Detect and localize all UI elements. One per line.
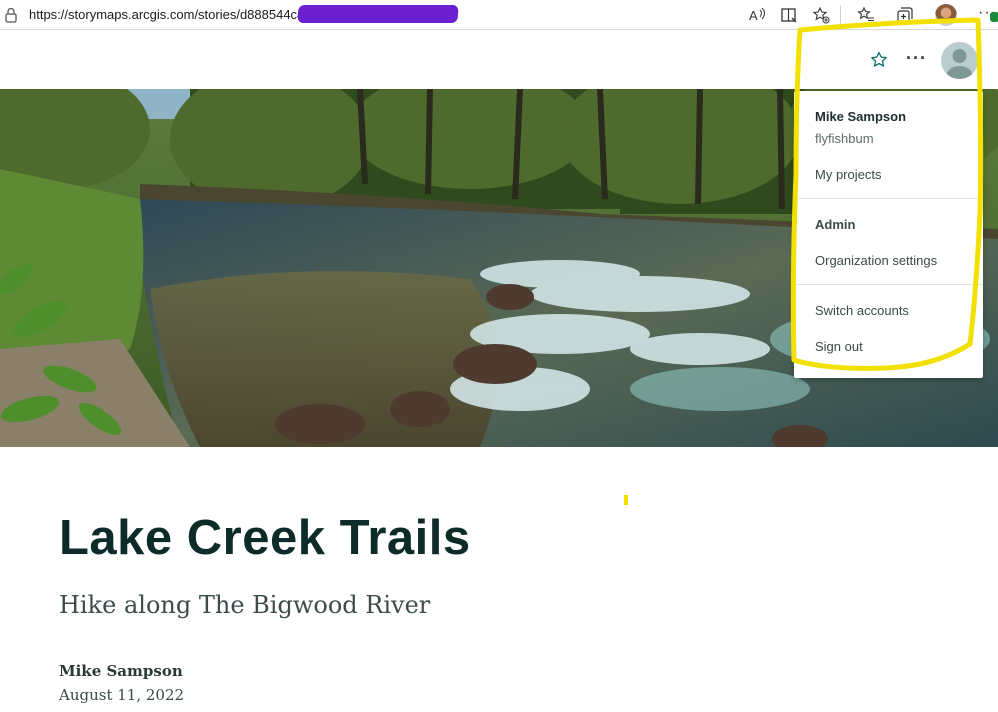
address-bar-url[interactable]: https://storymaps.arcgis.com/stories/d88… [29, 7, 304, 22]
add-favorite-icon[interactable] [812, 6, 830, 24]
account-menu: Mike Sampson flyfishbum My projects Admi… [794, 91, 983, 378]
profile-icon[interactable] [935, 4, 957, 26]
account-name: Mike Sampson [815, 109, 907, 124]
story-date: August 11, 2022 [59, 686, 185, 704]
story-author: Mike Sampson [59, 662, 183, 680]
lock-icon[interactable] [4, 7, 18, 23]
browser-toolbar: https://storymaps.arcgis.com/stories/d88… [0, 0, 998, 30]
story-title: Lake Creek Trails [59, 511, 471, 565]
more-options-icon[interactable]: ··· [906, 48, 927, 69]
account-username: flyfishbum [815, 131, 874, 146]
collections-icon[interactable] [896, 6, 914, 24]
svg-text:A: A [749, 8, 758, 23]
read-aloud-icon[interactable]: A [748, 6, 766, 24]
menu-divider [794, 284, 983, 285]
story-subtitle: Hike along The Bigwood River [59, 591, 431, 619]
menu-divider [794, 198, 983, 199]
reader-view-icon[interactable] [780, 6, 798, 24]
update-badge-icon [990, 12, 998, 22]
sign-out-link[interactable]: Sign out [815, 339, 863, 354]
cursor-mark [624, 495, 628, 505]
favorites-icon[interactable] [857, 6, 875, 24]
redaction-mark [297, 5, 459, 23]
admin-heading: Admin [815, 217, 856, 232]
toolbar-separator [840, 5, 841, 25]
organization-settings-link[interactable]: Organization settings [815, 253, 937, 268]
account-avatar-icon[interactable] [941, 42, 978, 79]
star-icon[interactable] [870, 51, 888, 69]
switch-accounts-link[interactable]: Switch accounts [815, 303, 909, 318]
my-projects-link[interactable]: My projects [815, 167, 881, 182]
story-header: ··· [0, 31, 998, 89]
